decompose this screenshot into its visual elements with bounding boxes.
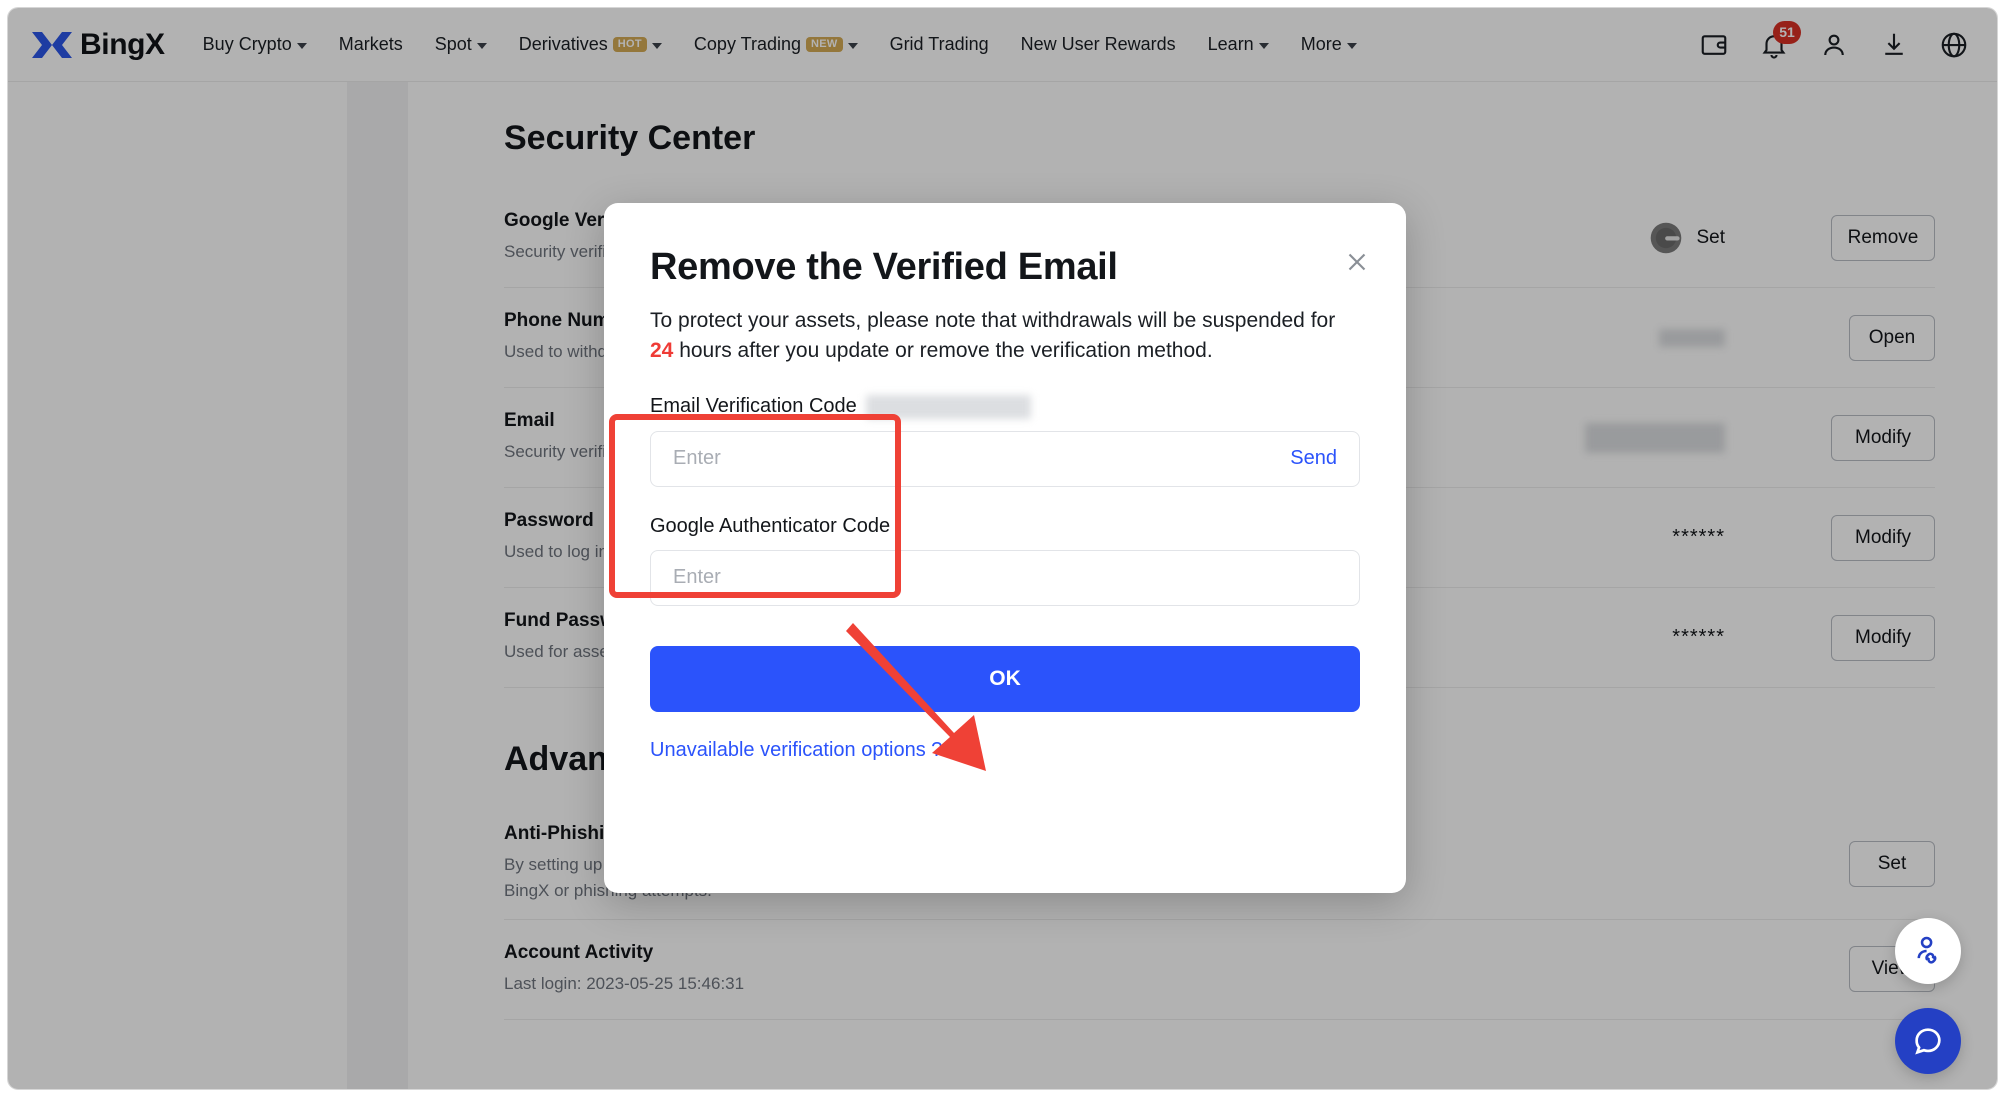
dialog-description: To protect your assets, please note that… (650, 306, 1350, 367)
ga-code-input-wrap[interactable] (650, 549, 1360, 606)
desc-hours-highlight: 24 (650, 339, 674, 363)
remove-verified-email-dialog: Remove the Verified Email To protect you… (604, 203, 1406, 893)
masked-email-value (865, 394, 1031, 419)
email-verification-field: Email Verification Code Send (650, 394, 1360, 487)
unavailable-verification-options-link[interactable]: Unavailable verification options ? (650, 739, 942, 762)
ga-code-input[interactable] (673, 566, 1337, 590)
person-link-icon (1917, 936, 1937, 964)
desc-prefix: To protect your assets, please note that… (650, 308, 1336, 332)
app-screen: BingX Buy Crypto Markets Spot Derivative… (0, 0, 2005, 1097)
browser-page-frame: BingX Buy Crypto Markets Spot Derivative… (8, 8, 1997, 1089)
close-icon[interactable] (1342, 247, 1372, 277)
desc-suffix: hours after you update or remove the ver… (673, 339, 1213, 363)
email-field-label: Email Verification Code (650, 395, 857, 418)
ga-field-label: Google Authenticator Code (650, 514, 891, 537)
google-authenticator-field: Google Authenticator Code (650, 515, 1360, 606)
email-code-input[interactable] (673, 447, 1291, 471)
send-code-button[interactable]: Send (1290, 447, 1337, 470)
dialog-title: Remove the Verified Email (650, 246, 1118, 288)
referral-fab[interactable] (1895, 918, 1961, 984)
ok-button[interactable]: OK (650, 645, 1360, 712)
chat-fab[interactable] (1895, 1008, 1961, 1074)
email-code-input-wrap[interactable]: Send (650, 430, 1360, 487)
chat-bubble-icon (1915, 1028, 1941, 1055)
ga-field-label-row: Google Authenticator Code (650, 515, 1360, 538)
email-field-label-row: Email Verification Code (650, 394, 1360, 419)
